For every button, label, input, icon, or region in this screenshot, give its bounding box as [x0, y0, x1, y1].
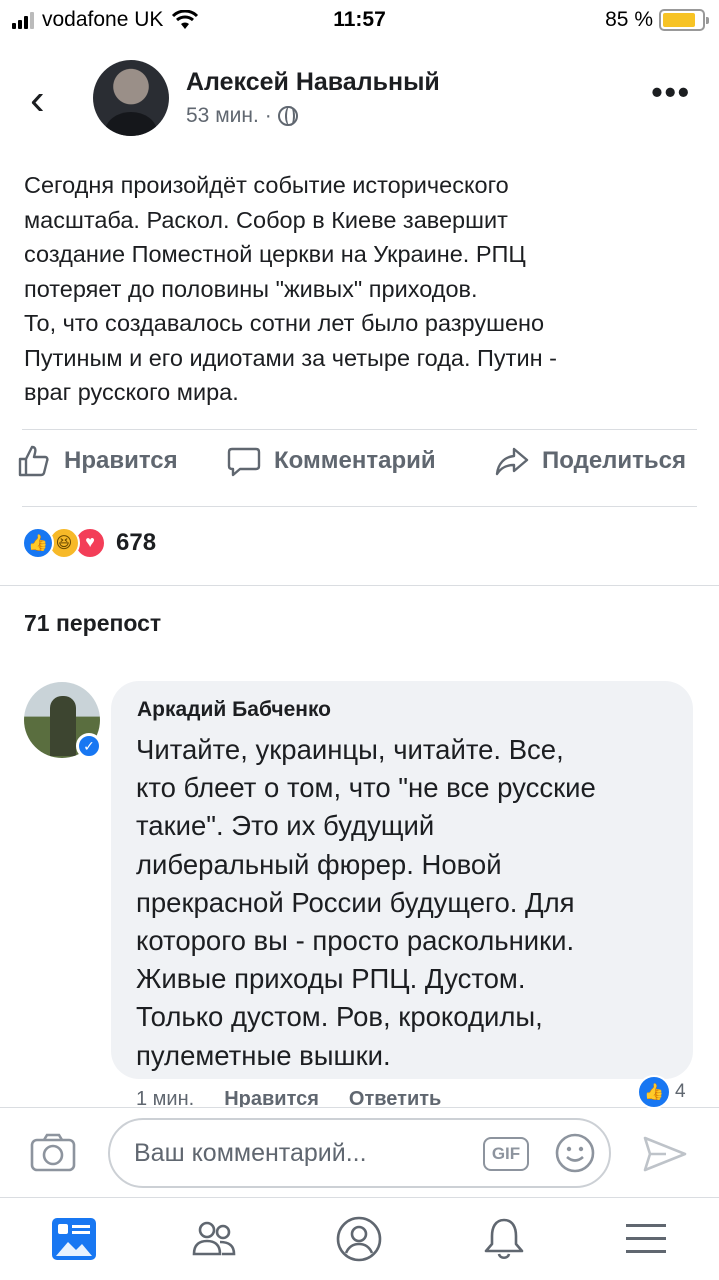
gif-icon[interactable]: GIF: [483, 1137, 529, 1171]
divider: [22, 429, 697, 430]
like-reaction-icon: 👍: [637, 1075, 671, 1109]
post-header: ‹ Алексей Навальный 53 мин. · •••: [0, 58, 719, 144]
comment-input-placeholder: Ваш комментарий...: [134, 1139, 367, 1167]
news-feed-icon[interactable]: [50, 1216, 98, 1262]
post-actions: Нравится Комментарий Поделиться: [0, 443, 719, 495]
like-button[interactable]: Нравится: [16, 443, 178, 479]
profile-icon[interactable]: [335, 1216, 383, 1262]
camera-icon[interactable]: [30, 1132, 76, 1172]
divider: [0, 585, 719, 586]
share-label: Поделиться: [542, 447, 687, 474]
battery-percent: 85 %: [605, 8, 653, 31]
meta-separator: ·: [264, 104, 272, 127]
reposts-label[interactable]: 71 перепост: [24, 610, 161, 637]
friends-icon[interactable]: [190, 1216, 238, 1262]
comment-input[interactable]: Ваш комментарий... GIF: [108, 1118, 611, 1188]
comment-like-number: 4: [675, 1081, 686, 1102]
comment-text: Читайте, украинцы, читайте. Все, кто бле…: [136, 734, 596, 1071]
tab-bar: [0, 1197, 719, 1280]
comment-button[interactable]: Комментарий: [226, 443, 436, 479]
back-icon[interactable]: ‹: [30, 78, 60, 122]
comment-composer: Ваш комментарий... GIF: [0, 1107, 719, 1197]
verified-badge-icon: ✓: [76, 733, 102, 759]
status-bar: vodafone UK 11:57 85 %: [0, 0, 719, 40]
share-button[interactable]: Поделиться: [494, 443, 686, 479]
more-icon[interactable]: •••: [651, 76, 691, 108]
battery-fill: [663, 13, 696, 27]
send-icon[interactable]: [642, 1134, 688, 1174]
comment-icon: [227, 447, 261, 477]
globe-icon: [277, 106, 298, 126]
post-meta: 53 мин. ·: [186, 104, 298, 128]
post-time[interactable]: 53 мин.: [186, 104, 259, 128]
reactions-summary[interactable]: 👍 😆 ♥ 678: [22, 527, 156, 559]
comment-author[interactable]: Аркадий Бабченко: [137, 698, 331, 722]
post-author[interactable]: Алексей Навальный: [186, 68, 440, 97]
emoji-icon[interactable]: [554, 1132, 596, 1174]
like-reaction-icon: 👍: [22, 527, 54, 559]
post-text: Сегодня произойдёт событие исторического…: [24, 172, 557, 405]
author-avatar[interactable]: [93, 60, 169, 136]
status-right: 85 %: [605, 8, 709, 32]
share-icon: [495, 447, 529, 476]
comment-label: Комментарий: [274, 447, 436, 474]
notifications-icon[interactable]: [480, 1216, 528, 1262]
like-icon: [18, 445, 49, 477]
divider: [22, 506, 697, 507]
like-label: Нравится: [64, 447, 178, 474]
battery-icon: [659, 9, 709, 31]
comment-like-count[interactable]: 👍 4: [637, 1075, 686, 1109]
menu-icon[interactable]: [622, 1216, 670, 1262]
reaction-count: 678: [116, 529, 157, 556]
